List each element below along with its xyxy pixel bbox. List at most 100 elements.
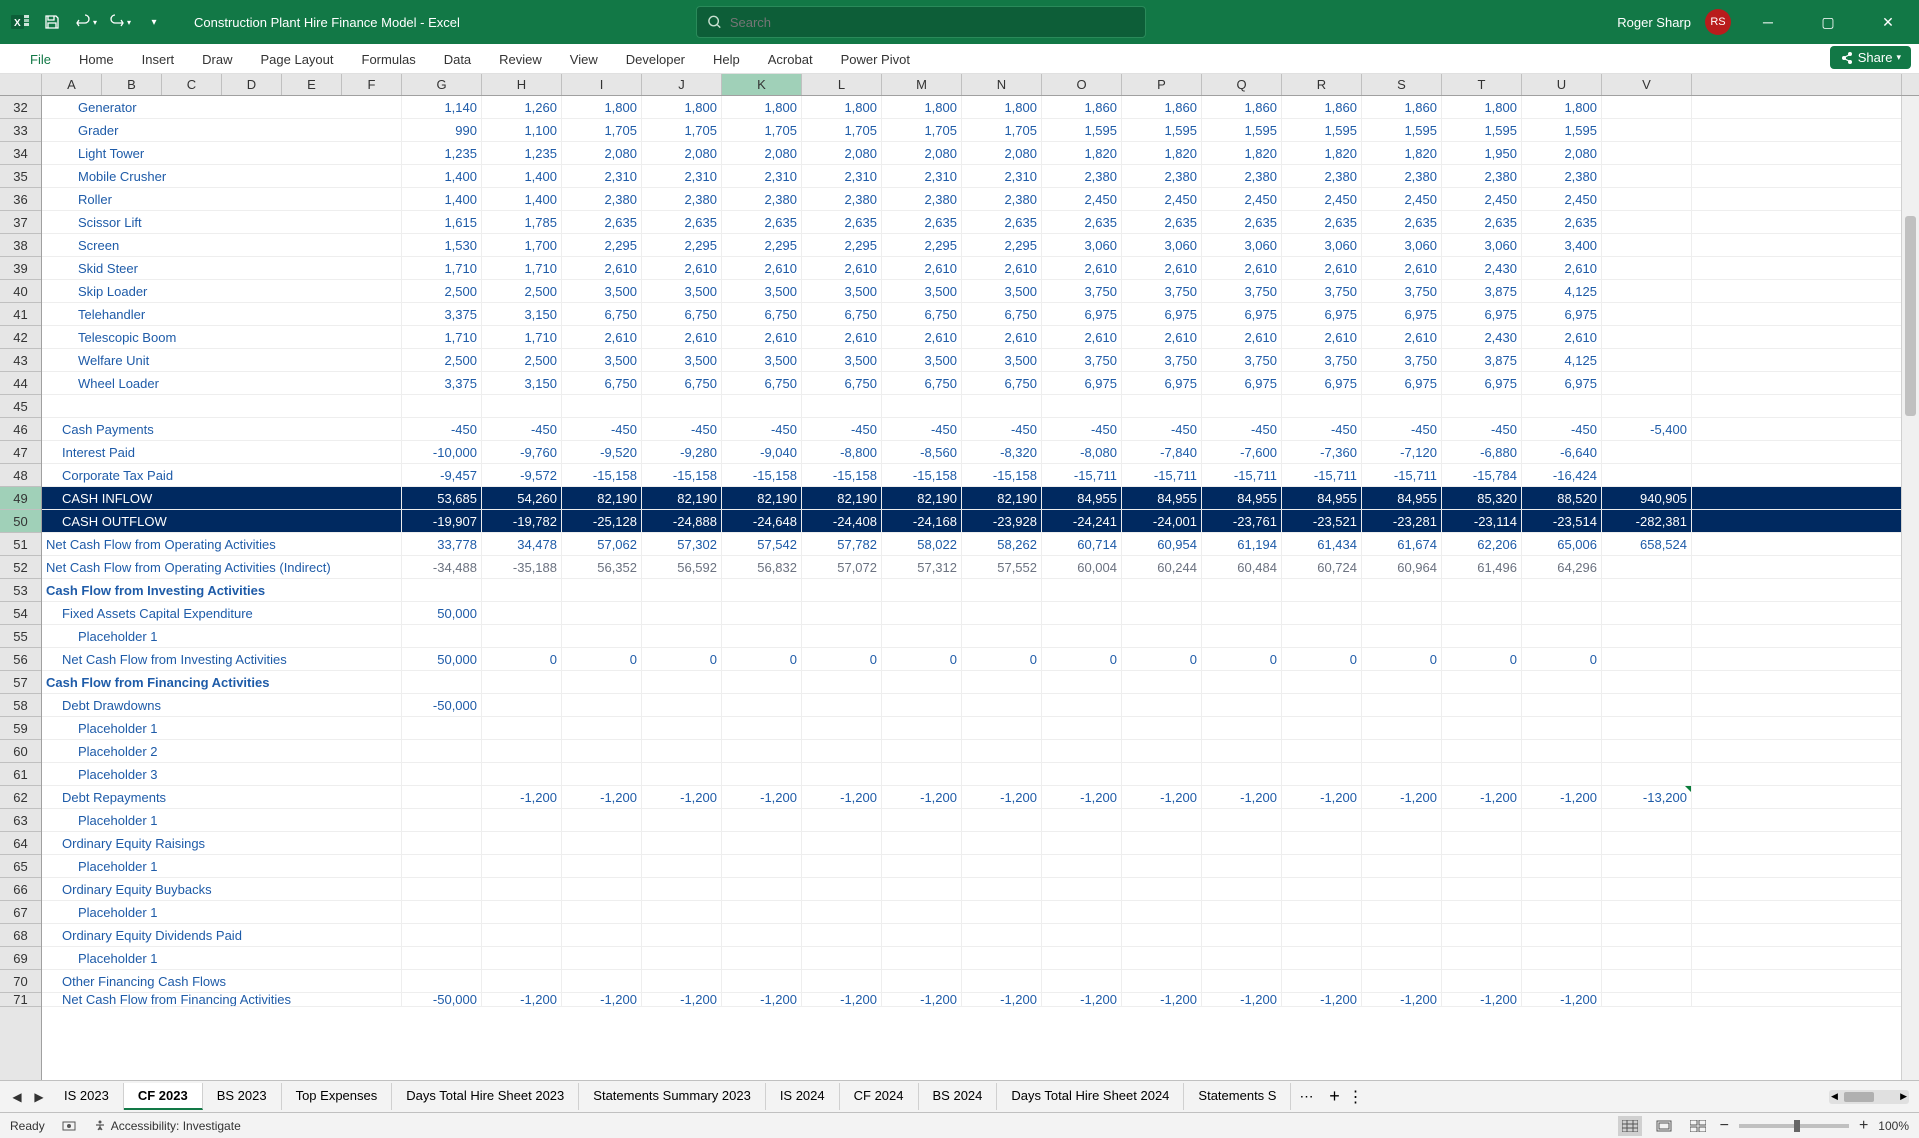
cell-value[interactable]: 2,380 <box>1202 165 1282 187</box>
row-label[interactable]: Placeholder 2 <box>42 740 402 762</box>
cell-value[interactable]: 2,295 <box>802 234 882 256</box>
cell-value[interactable]: 2,635 <box>1282 211 1362 233</box>
cell-value[interactable] <box>402 832 482 854</box>
cell-value[interactable] <box>1202 717 1282 739</box>
cell-value[interactable]: -5,400 <box>1602 418 1692 440</box>
cell-value[interactable]: 0 <box>562 648 642 670</box>
cell-value[interactable] <box>1282 878 1362 900</box>
row-label[interactable]: Telehandler <box>42 303 402 325</box>
cell-value[interactable]: 57,542 <box>722 533 802 555</box>
cell-value[interactable]: 1,800 <box>1522 96 1602 118</box>
cell-value[interactable]: 1,235 <box>402 142 482 164</box>
cell-value[interactable]: -16,424 <box>1522 464 1602 486</box>
cell-value[interactable]: 56,832 <box>722 556 802 578</box>
minimize-button[interactable]: ─ <box>1745 0 1791 44</box>
cell-value[interactable]: -15,158 <box>642 464 722 486</box>
page-layout-view-button[interactable] <box>1652 1116 1676 1136</box>
cell-value[interactable] <box>482 579 562 601</box>
cell-value[interactable] <box>1602 648 1692 670</box>
cell-value[interactable] <box>1042 947 1122 969</box>
cell-value[interactable] <box>642 947 722 969</box>
accessibility-status[interactable]: Accessibility: Investigate <box>93 1119 241 1133</box>
cell-value[interactable]: 82,190 <box>882 487 962 509</box>
row-label[interactable]: Placeholder 1 <box>42 809 402 831</box>
cell-value[interactable] <box>1602 947 1692 969</box>
cell-value[interactable] <box>722 924 802 946</box>
cell-value[interactable]: 2,310 <box>962 165 1042 187</box>
cell-value[interactable] <box>722 740 802 762</box>
cell-value[interactable] <box>1122 694 1202 716</box>
cell-value[interactable]: 1,800 <box>802 96 882 118</box>
cell-value[interactable] <box>642 395 722 417</box>
cell-value[interactable] <box>1282 740 1362 762</box>
cell-value[interactable] <box>802 694 882 716</box>
cell-value[interactable] <box>482 809 562 831</box>
cell-value[interactable] <box>402 924 482 946</box>
cell-value[interactable] <box>1122 901 1202 923</box>
cell-value[interactable]: 2,610 <box>802 326 882 348</box>
cell-value[interactable] <box>722 809 802 831</box>
row-header-42[interactable]: 42 <box>0 326 41 349</box>
row-header-38[interactable]: 38 <box>0 234 41 257</box>
cell-value[interactable]: 3,500 <box>802 349 882 371</box>
cell-value[interactable]: 3,500 <box>562 349 642 371</box>
cell-value[interactable]: 2,610 <box>1042 257 1122 279</box>
cell-value[interactable] <box>1442 878 1522 900</box>
cell-value[interactable] <box>882 970 962 992</box>
col-header-S[interactable]: S <box>1362 74 1442 95</box>
row-header-32[interactable]: 32 <box>0 96 41 119</box>
cell-value[interactable] <box>1122 602 1202 624</box>
cell-value[interactable]: 6,975 <box>1042 303 1122 325</box>
cell-value[interactable] <box>1522 579 1602 601</box>
cell-value[interactable]: 1,820 <box>1042 142 1122 164</box>
cell-value[interactable]: 34,478 <box>482 533 562 555</box>
cell-value[interactable] <box>882 809 962 831</box>
cell-value[interactable]: 2,380 <box>882 188 962 210</box>
sheet-tab-bs-2023[interactable]: BS 2023 <box>203 1083 282 1110</box>
cell-value[interactable] <box>402 855 482 877</box>
cell-value[interactable]: -8,560 <box>882 441 962 463</box>
cell-value[interactable]: 2,310 <box>802 165 882 187</box>
col-header-H[interactable]: H <box>482 74 562 95</box>
cell-value[interactable]: 2,610 <box>562 326 642 348</box>
cell-value[interactable]: -1,200 <box>1522 993 1602 1006</box>
row-header-37[interactable]: 37 <box>0 211 41 234</box>
cell-value[interactable]: 0 <box>1362 648 1442 670</box>
cell-value[interactable]: 65,006 <box>1522 533 1602 555</box>
cell-value[interactable]: -450 <box>722 418 802 440</box>
cell-value[interactable] <box>1602 395 1692 417</box>
cell-value[interactable]: 1,800 <box>882 96 962 118</box>
cell-value[interactable] <box>882 671 962 693</box>
cell-value[interactable] <box>1122 855 1202 877</box>
cell-value[interactable]: 2,450 <box>1522 188 1602 210</box>
col-header-C[interactable]: C <box>162 74 222 95</box>
select-all-button[interactable] <box>0 74 42 95</box>
row-header-59[interactable]: 59 <box>0 717 41 740</box>
cell-value[interactable] <box>1522 901 1602 923</box>
row-header-53[interactable]: 53 <box>0 579 41 602</box>
cell-value[interactable] <box>642 970 722 992</box>
cell-value[interactable]: 1,700 <box>482 234 562 256</box>
cell-value[interactable]: 2,635 <box>642 211 722 233</box>
cell-value[interactable]: 1,800 <box>722 96 802 118</box>
row-label[interactable]: Scissor Lift <box>42 211 402 233</box>
cell-value[interactable]: -15,711 <box>1282 464 1362 486</box>
cell-value[interactable]: -23,114 <box>1442 510 1522 532</box>
cell-value[interactable]: -6,640 <box>1522 441 1602 463</box>
cell-value[interactable] <box>1362 878 1442 900</box>
cell-value[interactable]: 3,750 <box>1362 280 1442 302</box>
cell-value[interactable]: -9,040 <box>722 441 802 463</box>
cell-value[interactable]: 60,244 <box>1122 556 1202 578</box>
cell-value[interactable] <box>482 970 562 992</box>
col-header-F[interactable]: F <box>342 74 402 95</box>
row-header-43[interactable]: 43 <box>0 349 41 372</box>
cell-value[interactable] <box>1202 855 1282 877</box>
cell-value[interactable]: 1,400 <box>482 165 562 187</box>
cell-value[interactable]: 82,190 <box>802 487 882 509</box>
cell-value[interactable] <box>642 579 722 601</box>
cell-value[interactable]: -24,168 <box>882 510 962 532</box>
cell-value[interactable] <box>562 809 642 831</box>
cell-value[interactable] <box>562 671 642 693</box>
cell-value[interactable] <box>1442 694 1522 716</box>
cell-value[interactable] <box>642 901 722 923</box>
